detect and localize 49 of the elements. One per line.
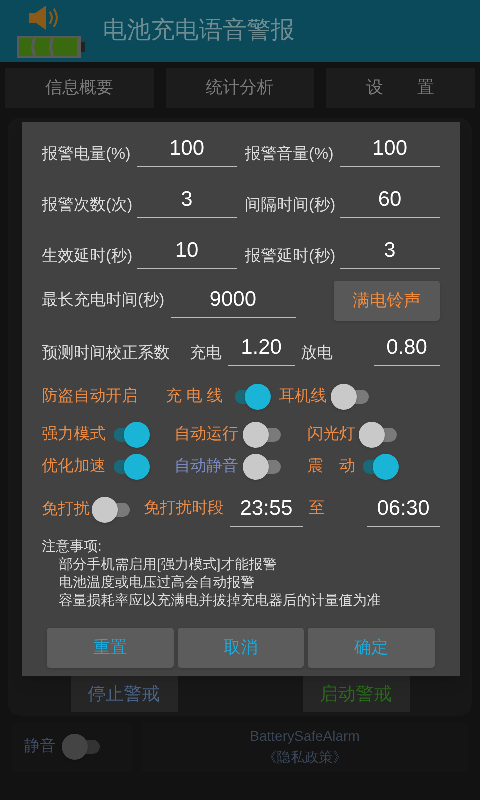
toggle-switch[interactable] xyxy=(330,384,371,410)
time-field[interactable]: 23:55 xyxy=(230,494,303,527)
toggle-switch[interactable] xyxy=(359,422,400,448)
input-field[interactable]: 1.20 xyxy=(228,333,295,366)
battery-speaker-icon xyxy=(15,4,85,58)
toggle-switch[interactable] xyxy=(92,497,132,523)
field-label: 报警电量(%) xyxy=(42,144,131,165)
field-label: 优化加速 xyxy=(42,456,106,477)
note-text: 部分手机需启用[强力模式]才能报警 xyxy=(58,555,278,573)
field-label: 充 电 线 xyxy=(166,386,223,407)
field-label: 防盗自动开启 xyxy=(42,386,138,407)
field-label: 报警延时(秒) xyxy=(245,246,336,267)
field-label: 自动静音 xyxy=(174,456,239,477)
app-title: 电池充电语音警报 xyxy=(103,16,295,46)
field-label: 生效延时(秒) xyxy=(42,246,133,267)
field-label: 预测时间校正系数 xyxy=(42,344,170,364)
field-label: 免打扰 xyxy=(42,500,90,520)
app-version: BatterySafeAlarm xyxy=(250,727,360,746)
field-label: 至 xyxy=(309,500,325,517)
tab[interactable]: 统计分析 xyxy=(166,68,314,108)
field-label: 间隔时间(秒) xyxy=(245,196,336,216)
input-field[interactable]: 3 xyxy=(137,185,237,218)
input-field[interactable]: 100 xyxy=(340,134,440,167)
tab[interactable]: 设 置 xyxy=(326,68,476,108)
field-label: 放电 xyxy=(301,344,333,364)
input-field[interactable]: 0.80 xyxy=(374,333,440,366)
input-field[interactable]: 60 xyxy=(340,185,440,218)
mute-label: 静音 xyxy=(24,736,56,757)
tab[interactable]: 信息概要 xyxy=(5,68,154,108)
field-label: 充电 xyxy=(190,344,222,364)
toggle-switch[interactable] xyxy=(242,422,283,448)
field-label: 自动运行 xyxy=(174,425,239,445)
input-field[interactable]: 100 xyxy=(137,134,237,167)
field-label: 最长充电时间(秒) xyxy=(42,290,165,311)
field-label: 免打扰时段 xyxy=(144,500,224,517)
field-label: 闪光灯 xyxy=(307,424,356,445)
time-field[interactable]: 06:30 xyxy=(367,494,440,527)
field-label: 报警音量(%) xyxy=(245,144,334,165)
field-label: 耳机线 xyxy=(278,386,327,407)
note-text: 电池温度或电压过高会自动报警 xyxy=(58,573,256,591)
field-label: 震 动 xyxy=(307,457,356,477)
note-text: 容量损耗率应以充满电并拔掉充电器后的计量值为准 xyxy=(58,591,382,609)
toggle-switch[interactable] xyxy=(62,734,102,760)
input-field[interactable]: 9000 xyxy=(170,284,296,318)
input-field[interactable]: 3 xyxy=(340,236,440,269)
input-field[interactable]: 10 xyxy=(137,236,237,269)
field-label: 强力模式 xyxy=(42,424,106,445)
field-label: 报警次数(次) xyxy=(42,196,133,216)
notes-title: 注意事项: xyxy=(42,537,103,555)
